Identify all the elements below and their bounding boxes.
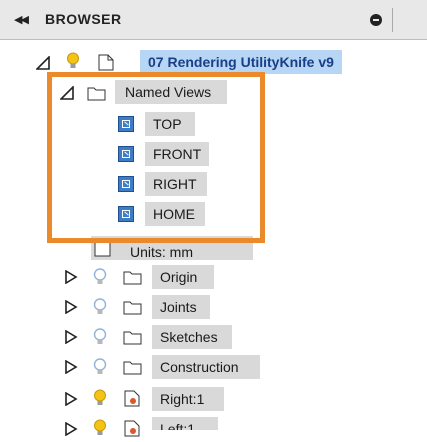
- visibility-bulb-icon[interactable]: [93, 328, 107, 346]
- collapsed-triangle-icon[interactable]: [64, 270, 78, 284]
- visibility-bulb-icon[interactable]: [93, 268, 107, 286]
- folder-icon: [123, 299, 143, 315]
- collapsed-triangle-icon[interactable]: [64, 422, 78, 436]
- visibility-bulb-icon[interactable]: [93, 389, 107, 407]
- folder-label[interactable]: Origin: [152, 265, 214, 289]
- units-label[interactable]: Units: mm: [130, 244, 193, 260]
- browser-folder-row[interactable]: Construction: [0, 354, 300, 380]
- browser-header: ◀◀ BROWSER: [0, 0, 427, 40]
- named-view-icon: [118, 116, 134, 132]
- folder-label[interactable]: Sketches: [152, 325, 232, 349]
- component-icon: [122, 419, 142, 437]
- units-doc-icon: [93, 240, 113, 257]
- named-views-label[interactable]: Named Views: [115, 80, 227, 104]
- folder-icon: [123, 359, 143, 375]
- named-view-icon: [118, 146, 134, 162]
- root-row[interactable]: 07 Rendering UtilityKnife v9: [0, 50, 427, 76]
- component-doc-icon: [96, 53, 116, 71]
- component-label[interactable]: Left:1: [152, 417, 218, 430]
- expanded-triangle-icon[interactable]: [60, 86, 74, 100]
- collapsed-triangle-icon[interactable]: [64, 330, 78, 344]
- collapsed-triangle-icon[interactable]: [64, 300, 78, 314]
- component-row[interactable]: Right:1: [0, 386, 300, 412]
- named-views-row[interactable]: Named Views: [0, 80, 300, 106]
- visibility-bulb-icon[interactable]: [93, 419, 107, 437]
- named-view-label[interactable]: RIGHT: [145, 172, 207, 196]
- named-view-item[interactable]: FRONT: [0, 142, 300, 168]
- named-view-label[interactable]: TOP: [145, 112, 195, 136]
- component-row[interactable]: Left:1: [0, 416, 300, 442]
- named-view-icon: [118, 206, 134, 222]
- collapsed-triangle-icon[interactable]: [64, 392, 78, 406]
- component-label[interactable]: Right:1: [152, 387, 224, 411]
- visibility-bulb-icon[interactable]: [66, 52, 80, 70]
- named-view-icon: [118, 176, 134, 192]
- collapsed-triangle-icon[interactable]: [64, 360, 78, 374]
- folder-icon: [123, 269, 143, 285]
- folder-icon: [123, 329, 143, 345]
- header-divider: [392, 8, 393, 32]
- folder-label[interactable]: Joints: [152, 295, 210, 319]
- browser-folder-row[interactable]: Sketches: [0, 324, 300, 350]
- named-view-item[interactable]: TOP: [0, 112, 300, 138]
- component-icon: [122, 389, 142, 407]
- browser-options-icon[interactable]: [370, 14, 382, 26]
- browser-folder-row[interactable]: Joints: [0, 294, 300, 320]
- browser-folder-row[interactable]: Origin: [0, 264, 300, 290]
- browser-title: BROWSER: [45, 11, 122, 27]
- folder-label[interactable]: Construction: [152, 355, 260, 379]
- expanded-triangle-icon[interactable]: [36, 56, 50, 70]
- named-view-label[interactable]: FRONT: [145, 142, 209, 166]
- root-component-label[interactable]: 07 Rendering UtilityKnife v9: [140, 50, 342, 74]
- visibility-bulb-icon[interactable]: [93, 358, 107, 376]
- named-view-item[interactable]: RIGHT: [0, 172, 300, 198]
- named-view-label[interactable]: HOME: [145, 202, 205, 226]
- folder-icon: [87, 85, 107, 101]
- visibility-bulb-icon[interactable]: [93, 298, 107, 316]
- collapse-panel-icon[interactable]: ◀◀: [14, 13, 29, 26]
- named-view-item[interactable]: HOME: [0, 202, 300, 228]
